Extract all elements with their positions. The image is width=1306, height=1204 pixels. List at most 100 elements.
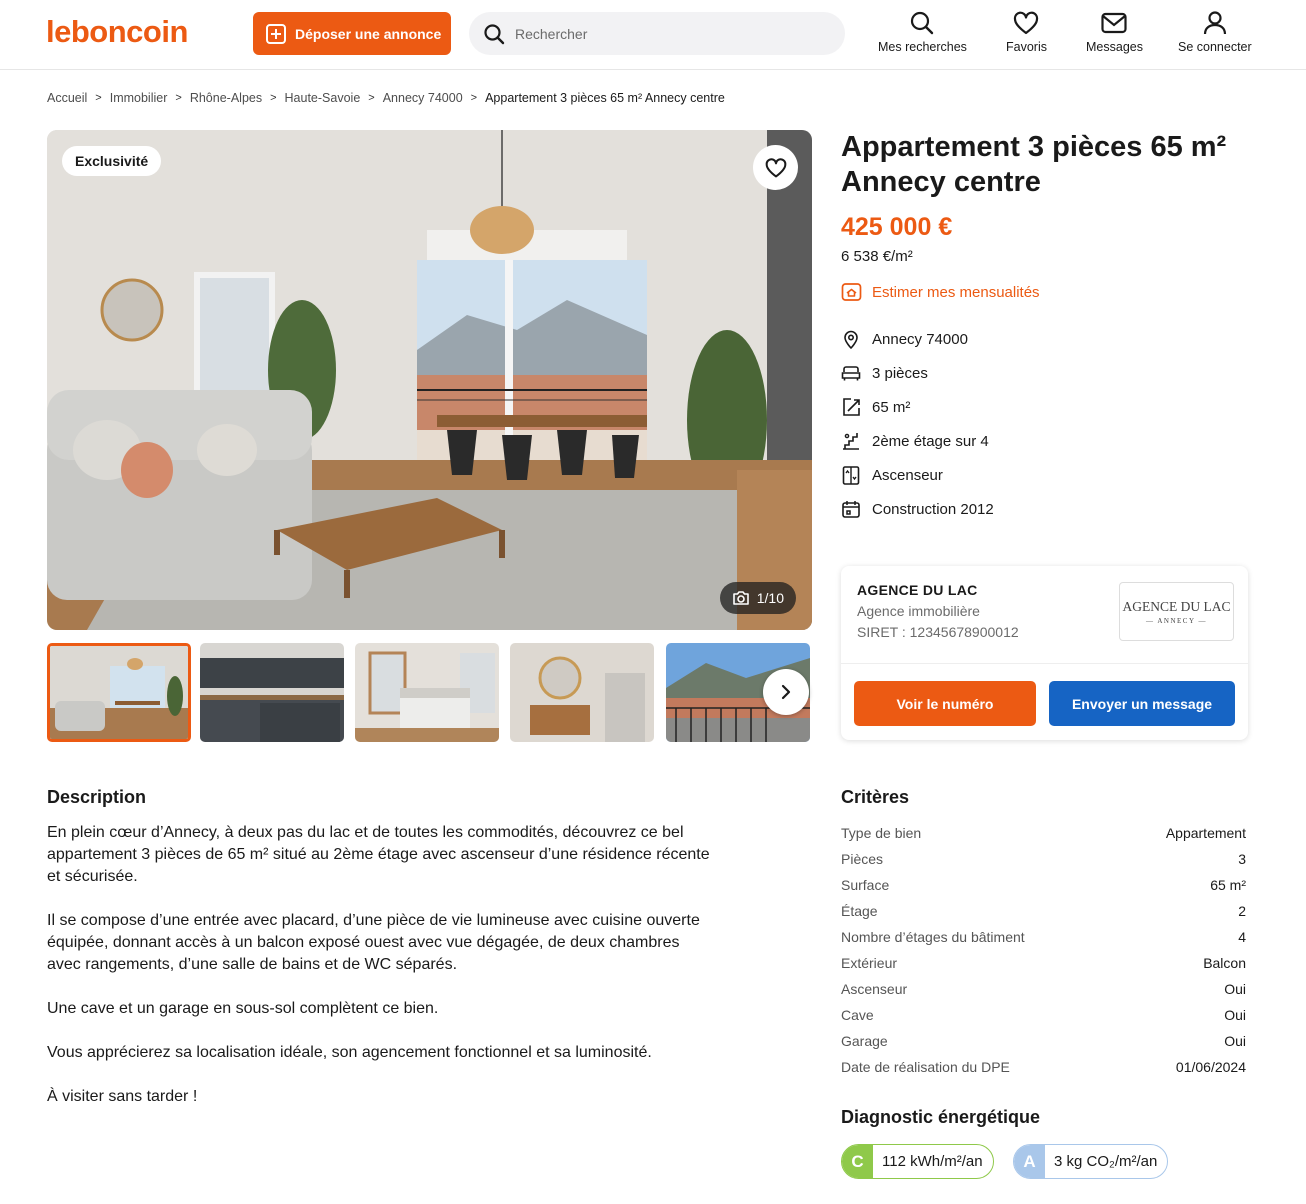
stairs-icon [843, 433, 859, 450]
nav-messages-label: Messages [1086, 40, 1143, 54]
criteria-key: Ascenseur [841, 981, 908, 997]
exclusivity-badge: Exclusivité [62, 146, 162, 176]
criteria-row: Extérieur Balcon [841, 950, 1246, 976]
criteria-key: Surface [841, 877, 890, 893]
criteria-row: Étage 2 [841, 898, 1246, 924]
criteria-value: 65 m² [1210, 877, 1246, 893]
living-room-photo [47, 130, 812, 630]
kitchen-thumbnail [200, 643, 344, 742]
breadcrumb-item[interactable]: Immobilier [110, 91, 168, 105]
criteria-row: Surface 65 m² [841, 872, 1246, 898]
agency-logo-sub: — ANNECY — [1145, 616, 1208, 625]
photo-counter[interactable]: 1/10 [719, 582, 796, 614]
search-icon [911, 11, 934, 35]
header: leboncoin Déposer une annonce Mes recher… [0, 0, 1306, 70]
breadcrumb-item[interactable]: Annecy 74000 [383, 91, 463, 105]
nav-messages[interactable]: Messages [1086, 10, 1143, 54]
show-number-button[interactable]: Voir le numéro [854, 681, 1036, 726]
breadcrumb-item[interactable]: Accueil [47, 91, 87, 105]
ges-value: 3 kg CO₂/m²/an [1054, 1153, 1158, 1170]
nav-my-searches[interactable]: Mes recherches [878, 10, 967, 54]
description-text: En plein cœur d’Annecy, à deux pas du la… [47, 822, 712, 1130]
nav-favorites[interactable]: Favoris [1006, 10, 1047, 54]
description-paragraph: En plein cœur d’Annecy, à deux pas du la… [47, 824, 710, 885]
chevron-right-icon: > [470, 92, 478, 104]
criteria-key: Date de réalisation du DPE [841, 1059, 1010, 1075]
dpe-badge[interactable]: C 112 kWh/m²/an [841, 1144, 994, 1179]
criteria-key: Type de bien [841, 825, 922, 841]
nav-favorites-label: Favoris [1006, 40, 1047, 54]
main-photo[interactable]: Exclusivité 1/10 [47, 130, 812, 630]
heart-icon [765, 157, 786, 177]
agency-logo-text: AGENCE DU LAC [1122, 598, 1231, 614]
criteria-row: Cave Oui [841, 1002, 1246, 1028]
criteria-key: Garage [841, 1033, 888, 1049]
criteria-row: Pièces 3 [841, 846, 1246, 872]
criteria-key: Extérieur [841, 955, 898, 971]
description-paragraph: À visiter sans tarder ! [47, 1088, 198, 1105]
estimate-payments-link[interactable]: Estimer mes mensualités [841, 282, 1040, 302]
photo-counter-label: 1/10 [756, 590, 784, 606]
chevron-right-icon: > [368, 92, 375, 104]
criteria-value: 2 [1238, 903, 1246, 919]
post-ad-button[interactable]: Déposer une annonce [253, 12, 451, 55]
camera-icon [732, 591, 749, 605]
chevron-right-icon [781, 684, 791, 700]
estimate-payments-label: Estimer mes mensualités [872, 283, 1040, 301]
criteria-table: Type de bien Appartement Pièces 3 Surface 6… [841, 820, 1246, 1080]
dpe-value: 112 kWh/m²/an [882, 1153, 983, 1170]
criteria-value: 01/06/2024 [1175, 1059, 1246, 1075]
favorite-button[interactable] [753, 145, 798, 190]
thumbnail-kitchen[interactable] [200, 643, 344, 742]
criteria-value: Appartement [1165, 825, 1246, 841]
listing-price: 425 000 € [841, 213, 953, 241]
description-paragraph: Une cave et un garage en sous-sol complè… [47, 1000, 439, 1017]
ges-badge[interactable]: A 3 kg CO₂/m²/an [1013, 1144, 1169, 1179]
divider [841, 663, 1248, 664]
envelope-icon [1101, 12, 1128, 34]
thumbnail-living-room[interactable] [47, 643, 191, 742]
description-heading: Description [47, 787, 147, 807]
agency-logo[interactable]: AGENCE DU LAC — ANNECY — [1119, 582, 1234, 641]
feature-rooms: 3 pièces [841, 363, 928, 384]
breadcrumb: Accueil > Immobilier > Rhône-Alpes > Haute-… [47, 91, 725, 105]
feature-label: Construction 2012 [872, 501, 994, 518]
breadcrumb-item[interactable]: Haute-Savoie [285, 91, 361, 105]
location-pin-icon [844, 330, 858, 350]
criteria-value: Oui [1224, 981, 1246, 997]
chevron-right-icon: > [270, 92, 277, 104]
bathroom-thumbnail [510, 643, 654, 742]
user-icon [1203, 11, 1226, 35]
nav-my-searches-label: Mes recherches [878, 40, 967, 54]
agency-name[interactable]: AGENCE DU LAC [857, 582, 978, 598]
send-message-button[interactable]: Envoyer un message [1049, 681, 1235, 726]
criteria-row: Date de réalisation du DPE 01/06/2024 [841, 1054, 1246, 1080]
feature-elevator: Ascenseur [841, 465, 943, 486]
next-photo-button[interactable] [763, 669, 809, 715]
criteria-heading: Critères [841, 787, 910, 807]
heart-icon [1014, 11, 1039, 35]
criteria-value: Oui [1224, 1033, 1246, 1049]
agency-card: AGENCE DU LAC Agence immobilière SIRET :… [841, 566, 1248, 740]
criteria-key: Étage [841, 903, 878, 919]
breadcrumb-item[interactable]: Rhône-Alpes [190, 91, 262, 105]
thumbnail-bedroom[interactable] [355, 643, 499, 742]
leboncoin-logo[interactable]: leboncoin [46, 14, 188, 50]
surface-icon [843, 398, 860, 416]
feature-location: Annecy 74000 [841, 329, 968, 350]
agency-siret: SIRET : 12345678900012 [857, 624, 1019, 640]
nav-login[interactable]: Se connecter [1178, 10, 1252, 54]
chevron-right-icon: > [175, 92, 182, 104]
price-per-m2: 6 538 €/m² [841, 248, 913, 265]
bedroom-thumbnail [355, 643, 499, 742]
thumbnail-bathroom[interactable] [510, 643, 654, 742]
search-input[interactable] [515, 25, 815, 42]
description-paragraph: Il se compose d’une entrée avec placard,… [47, 912, 700, 973]
breadcrumb-current: Appartement 3 pièces 65 m² Annecy centre [485, 91, 725, 105]
elevator-icon [842, 466, 860, 485]
criteria-row: Type de bien Appartement [841, 820, 1246, 846]
calculator-home-icon [841, 283, 862, 301]
search-bar[interactable] [469, 12, 845, 55]
criteria-value: Balcon [1203, 955, 1246, 971]
feature-construction: Construction 2012 [841, 499, 994, 520]
